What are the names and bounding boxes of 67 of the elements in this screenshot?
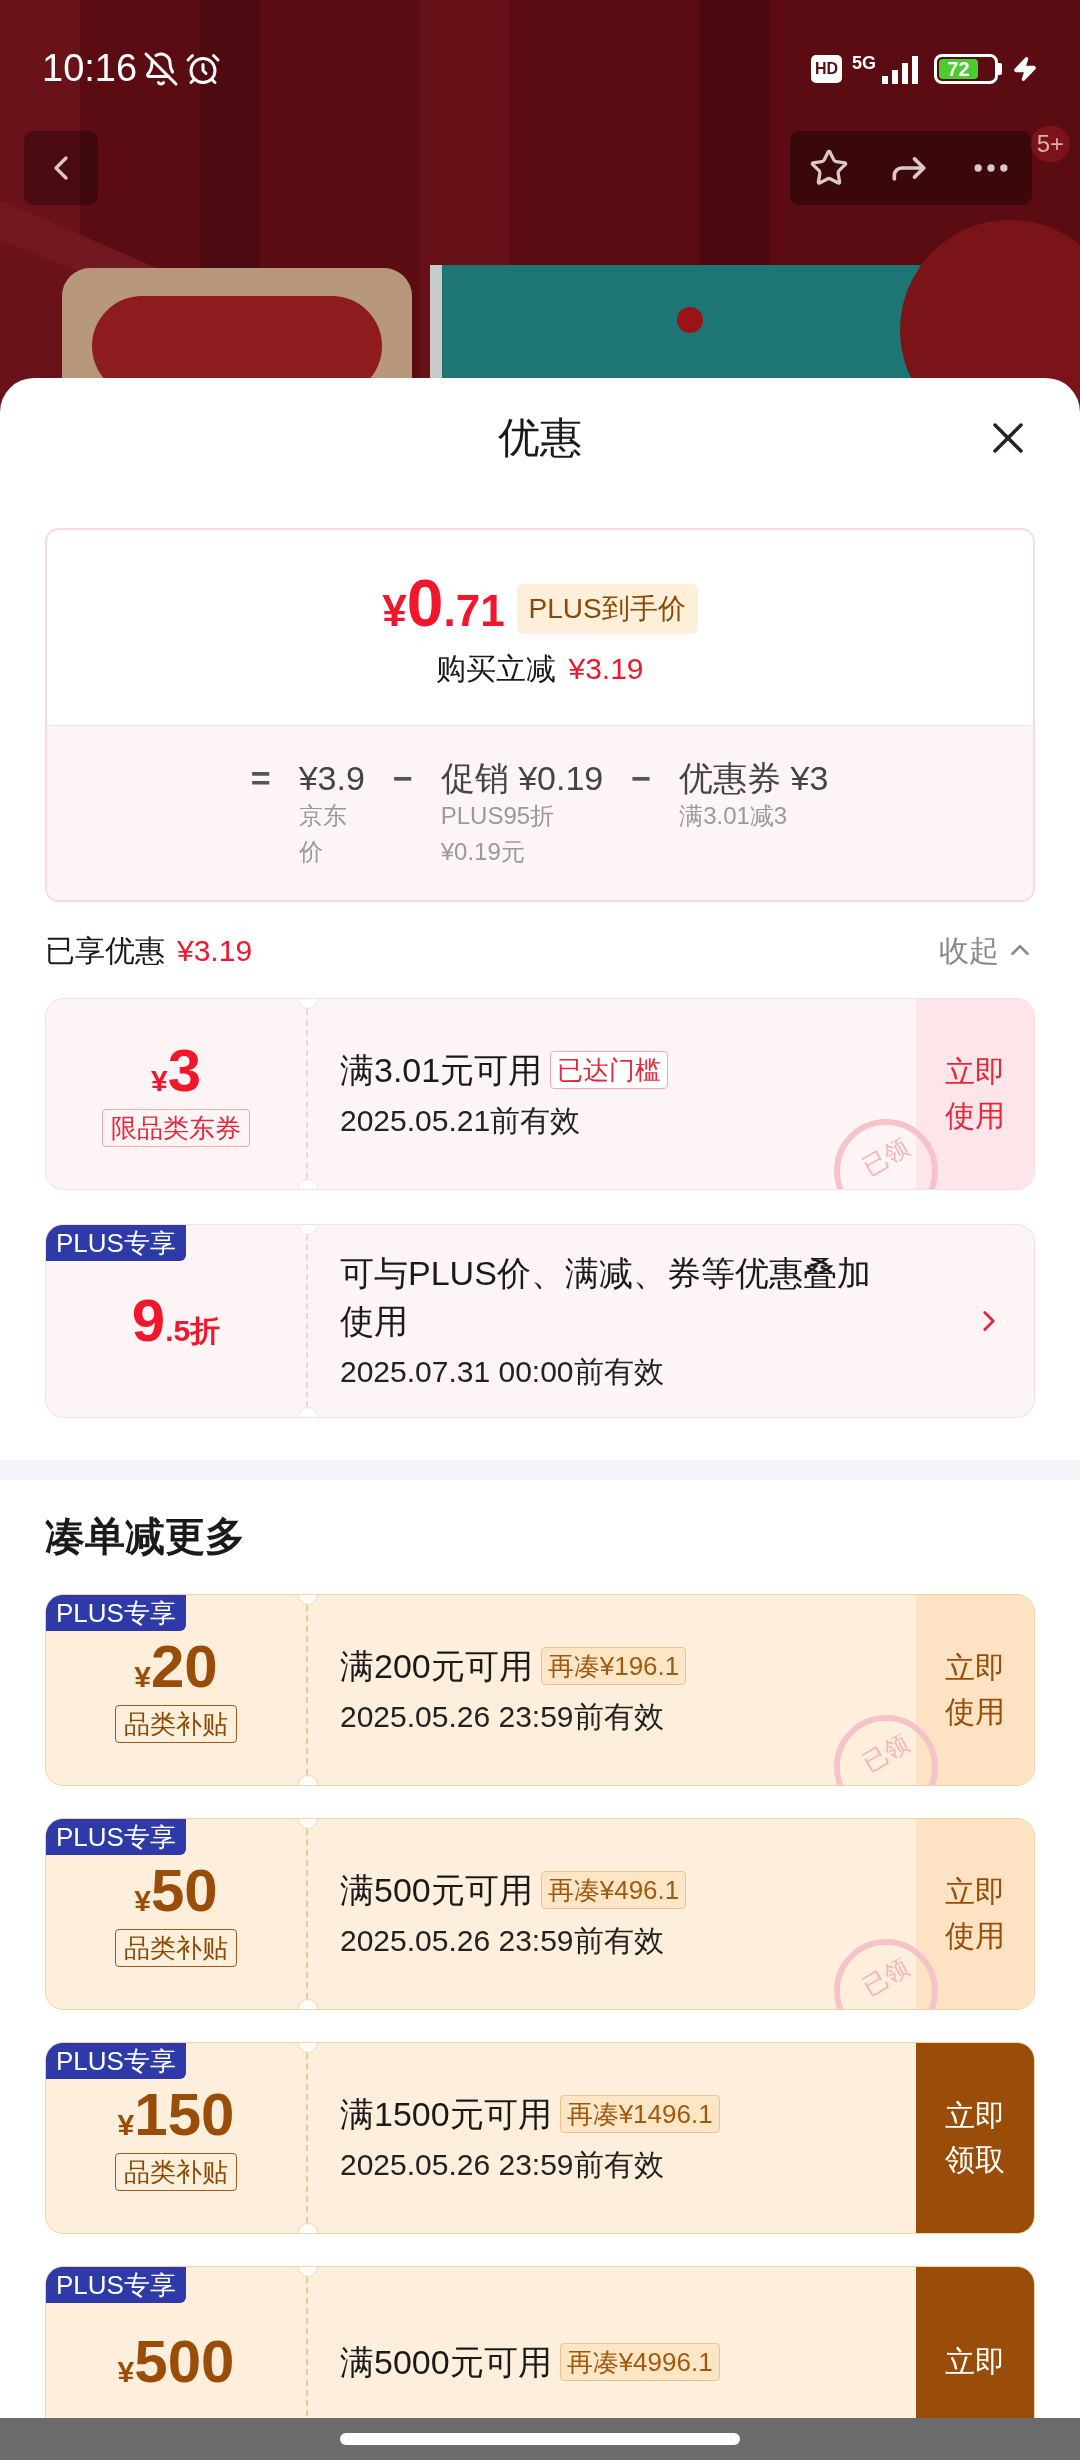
- use-coupon-button[interactable]: 立即 领取: [916, 2043, 1034, 2233]
- breakdown-note: 满3.01减3: [679, 801, 789, 831]
- enjoyed-label: 已享优惠: [45, 932, 165, 969]
- coupon-type-tag: 品类补贴: [115, 2153, 237, 2191]
- plus-price-tag: PLUS到手价: [516, 584, 698, 634]
- threshold-badge: 再凑¥496.1: [540, 1871, 687, 1909]
- amount-symbol: ¥: [117, 2357, 135, 2387]
- section-title: 凑单减更多: [45, 1513, 245, 1560]
- saving-label: 购买立减: [436, 651, 557, 687]
- use-coupon-button[interactable]: 立即 使用: [916, 1595, 1034, 1785]
- validity-date: 2025.05.26 23:59前有效: [340, 1699, 665, 1735]
- operator: −: [392, 758, 413, 799]
- network-type: 5G: [852, 53, 876, 72]
- use-coupon-button[interactable]: 立即 使用: [916, 999, 1034, 1189]
- coupon-condition: 可与PLUS价、满减、券等优惠叠加使用: [340, 1253, 872, 1342]
- breakdown-note: PLUS95折¥0.19元: [440, 801, 556, 867]
- amount-symbol: ¥: [150, 1066, 168, 1096]
- coupon-amount: 50: [150, 1861, 218, 1921]
- validity-date: 2025.05.26 23:59前有效: [340, 1923, 665, 1959]
- plus-ribbon: PLUS专享: [46, 2043, 186, 2079]
- enjoyed-amount: ¥3.19: [177, 932, 253, 969]
- status-time: 10:16: [42, 46, 138, 91]
- breakdown-value: ¥3.9: [298, 758, 365, 798]
- coupon-amount: 3: [167, 1041, 202, 1101]
- plus-ribbon: PLUS专享: [46, 1595, 186, 1631]
- amount-unit: .5折: [165, 1316, 221, 1346]
- threshold-badge: 再凑¥4996.1: [559, 2343, 720, 2381]
- star-icon[interactable]: [809, 148, 849, 188]
- saving-amount: ¥3.19: [568, 651, 644, 687]
- coupon-type-tag: 品类补贴: [115, 1929, 237, 1967]
- operator: =: [250, 758, 271, 799]
- coupon-condition: 满1500元可用: [340, 2094, 552, 2135]
- validity-date: 2025.05.26 23:59前有效: [340, 2147, 665, 2183]
- coupon-condition: 满500元可用: [340, 1870, 533, 1911]
- coupon-condition: 满5000元可用: [340, 2342, 552, 2383]
- price-integer: 0: [406, 570, 444, 636]
- amount-symbol: ¥: [134, 1886, 151, 1916]
- validity-date: 2025.05.21前有效: [340, 1103, 582, 1139]
- collapse-toggle[interactable]: 收起: [939, 927, 1035, 973]
- breakdown-value: 优惠券 ¥3: [679, 758, 830, 798]
- threshold-badge: 再凑¥1496.1: [559, 2095, 720, 2133]
- coupon-amount: 9: [131, 1291, 166, 1351]
- coupon-condition: 满200元可用: [340, 1646, 533, 1687]
- coupon-amount: 500: [134, 2332, 235, 2392]
- plus-ribbon: PLUS专享: [46, 1819, 186, 1855]
- amount-symbol: ¥: [134, 1662, 151, 1692]
- price-symbol: ¥: [382, 589, 407, 633]
- validity-date: 2025.07.31 00:00前有效: [340, 1354, 665, 1390]
- sheet-title: 优惠: [498, 412, 582, 463]
- plus-ribbon: PLUS专享: [46, 2267, 186, 2303]
- use-coupon-button[interactable]: 立即 使用: [916, 1819, 1034, 2009]
- operator: −: [631, 758, 652, 799]
- coupon-type-tag: 品类补贴: [115, 1705, 237, 1743]
- back-button[interactable]: [24, 131, 98, 205]
- threshold-badge: 再凑¥196.1: [540, 1647, 687, 1685]
- use-coupon-button[interactable]: 立即: [916, 2267, 1034, 2418]
- bell-off-icon: [143, 50, 180, 87]
- plus-ribbon: PLUS专享: [46, 1225, 186, 1261]
- coupon-condition: 满3.01元可用: [340, 1050, 543, 1091]
- breakdown-value: 促销 ¥0.19: [440, 758, 604, 798]
- coupon-type-tag: 限品类东券: [102, 1109, 250, 1147]
- threshold-badge: 已达门槛: [550, 1051, 669, 1089]
- price-decimal: .71: [443, 589, 505, 633]
- amount-symbol: ¥: [117, 2110, 135, 2140]
- coupon-amount: 20: [150, 1637, 218, 1697]
- breakdown-note: 京东价: [298, 801, 348, 867]
- coupon-amount: 150: [134, 2085, 235, 2145]
